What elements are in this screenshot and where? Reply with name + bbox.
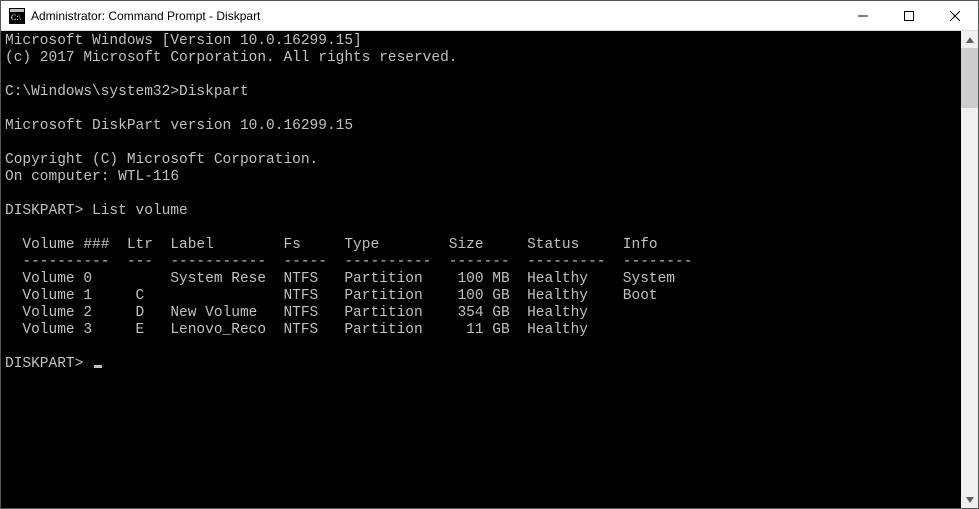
scrollbar-vertical[interactable]: [961, 31, 978, 508]
cursor: [94, 365, 102, 368]
close-button[interactable]: [932, 1, 978, 31]
scroll-up-button[interactable]: [961, 31, 978, 48]
window-title: Administrator: Command Prompt - Diskpart: [31, 9, 260, 23]
table-row: Volume 1 C NTFS Partition 100 GB Healthy…: [5, 288, 658, 304]
table-row: Volume 2 D New Volume NTFS Partition 354…: [5, 305, 588, 321]
line-dp-version: Microsoft DiskPart version 10.0.16299.15: [5, 118, 353, 134]
line-dp-copyright: Copyright (C) Microsoft Corporation.: [5, 152, 318, 168]
line-on-computer: On computer: WTL-116: [5, 169, 179, 185]
line-copyright: (c) 2017 Microsoft Corporation. All righ…: [5, 50, 457, 66]
table-header: Volume ### Ltr Label Fs Type Size Status…: [5, 237, 658, 253]
table-separator: ---------- --- ----------- ----- -------…: [5, 254, 692, 270]
table-row: Volume 0 System Rese NTFS Partition 100 …: [5, 271, 675, 287]
svg-text:C:\: C:\: [11, 13, 22, 22]
scroll-thumb[interactable]: [961, 48, 978, 108]
line-winver: Microsoft Windows [Version 10.0.16299.15…: [5, 33, 362, 49]
line-dp-prompt-list: DISKPART> List volume: [5, 203, 188, 219]
maximize-button[interactable]: [886, 1, 932, 31]
line-dp-prompt: DISKPART>: [5, 356, 92, 372]
minimize-button[interactable]: [840, 1, 886, 31]
table-row: Volume 3 E Lenovo_Reco NTFS Partition 11…: [5, 322, 588, 338]
scroll-track[interactable]: [961, 48, 978, 491]
cmd-icon: C:\: [9, 8, 25, 24]
terminal[interactable]: Microsoft Windows [Version 10.0.16299.15…: [1, 31, 961, 508]
content-wrap: Microsoft Windows [Version 10.0.16299.15…: [1, 31, 978, 508]
titlebar[interactable]: C:\ Administrator: Command Prompt - Disk…: [1, 1, 978, 31]
line-prompt-diskpart: C:\Windows\system32>Diskpart: [5, 84, 249, 100]
scroll-down-button[interactable]: [961, 491, 978, 508]
